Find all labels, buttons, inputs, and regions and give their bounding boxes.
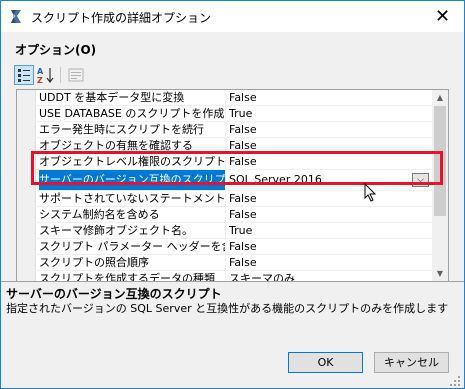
resize-grip-icon[interactable] [449,375,461,387]
cancel-button[interactable]: キャンセル [374,352,449,373]
svg-text:A: A [37,67,44,76]
property-pages-button[interactable] [66,65,86,85]
scroll-down-arrow-icon[interactable]: ▼ [432,266,448,282]
categorized-icon [18,69,30,82]
property-name: USE DATABASE のスクリプトを作成 [39,106,226,121]
options-label: オプション(O) [15,43,97,57]
property-name: システム制約名を含める [39,207,226,222]
title-bar[interactable]: スクリプト作成の詳細オプション ✕ [1,1,464,32]
property-row[interactable]: システム制約名を含める False [35,207,432,223]
property-row[interactable]: USE DATABASE のスクリプトを作成 True [35,106,432,122]
toolbar-separator [60,67,61,83]
ssms-app-icon [11,10,21,23]
property-value[interactable]: False [229,255,429,270]
property-value[interactable]: False [229,90,429,105]
description-panel: サーバーのバージョン互換のスクリプト 指定されたバージョンの SQL Serve… [1,281,464,348]
property-row[interactable]: エラー発生時にスクリプトを続行 False [35,122,432,138]
property-row[interactable]: スキーマ修飾オブジェクト名。 True [35,223,432,239]
alphabetical-sort-button[interactable]: A Z [36,65,56,85]
property-value[interactable]: False [229,191,429,206]
property-grid[interactable]: UDDT を基本データ型に変換 False USE DATABASE のスクリプトを… [16,89,449,283]
property-value[interactable]: False [229,239,429,254]
property-name: スクリプトの照合順序 [39,255,226,270]
property-name: スキーマ修飾オブジェクト名。 [39,223,226,238]
window-title: スクリプト作成の詳細オプション [31,11,212,25]
close-button[interactable]: ✕ [421,2,464,31]
property-value[interactable]: False [229,122,429,137]
property-name: サポートされていないステートメントを含める [39,191,226,206]
sort-az-icon: A Z [37,67,54,85]
property-name: エラー発生時にスクリプトを続行 [39,122,226,137]
property-name: スクリプト パラメーター ヘッダーを含める [39,239,226,254]
close-icon: ✕ [434,6,451,27]
property-value[interactable]: False [229,207,429,222]
property-value[interactable]: True [229,223,429,238]
scroll-up-arrow-icon[interactable]: ▲ [432,90,448,106]
categorized-view-button[interactable] [14,65,34,85]
category-gutter [17,90,36,282]
property-pages-icon [68,68,84,82]
description-text: 指定されたバージョンの SQL Server と互換性がある機能のスクリプトのみ… [6,302,449,315]
property-row[interactable]: UDDT を基本データ型に変換 False [35,90,432,106]
property-name: UDDT を基本データ型に変換 [39,90,226,105]
ok-button[interactable]: OK [288,352,363,373]
vertical-scrollbar[interactable]: ▲ ▼ [432,90,448,282]
mouse-cursor-icon [364,183,376,202]
red-highlight-box [31,151,443,185]
dialog-window: スクリプト作成の詳細オプション ✕ オプション(O) A Z UDDT を基本デ… [0,0,465,389]
svg-text:Z: Z [37,76,43,85]
property-row[interactable]: スクリプトの照合順序 False [35,255,432,271]
property-value[interactable]: True [229,106,429,121]
property-row[interactable]: スクリプト パラメーター ヘッダーを含めるFalse [35,239,432,255]
